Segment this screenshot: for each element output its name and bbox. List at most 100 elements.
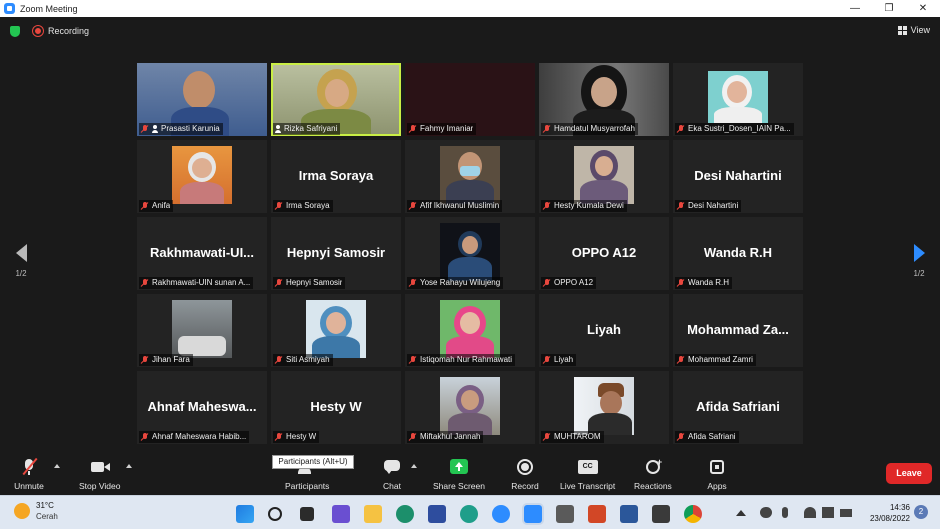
- participant-tile[interactable]: Desi Nahartini Desi Nahartini: [673, 140, 803, 213]
- participant-display-name: Wanda R.H: [703, 245, 773, 260]
- calculator-icon[interactable]: [556, 505, 574, 523]
- mic-muted-icon: [275, 279, 283, 287]
- participant-display-name: Desi Nahartini: [694, 168, 782, 183]
- participant-tile[interactable]: Eka Sustri_Dosen_IAIN Pa...: [673, 63, 803, 136]
- snipping-tool-icon[interactable]: [652, 505, 670, 523]
- app-icon-teal[interactable]: [460, 505, 478, 523]
- recording-label[interactable]: Recording: [48, 26, 89, 36]
- microsoft-store-icon[interactable]: [428, 505, 446, 523]
- participant-name-label: Siti Asmiyah: [273, 354, 333, 366]
- unmute-button[interactable]: Unmute: [14, 457, 44, 491]
- participant-tile[interactable]: Rakhmawati-UI... Rakhmawati-UIN sunan A.…: [137, 217, 267, 290]
- participant-tile[interactable]: Ahnaf Maheswa... Ahnaf Maheswara Habib..…: [137, 371, 267, 444]
- participant-name-label: Rizka Safriyani: [273, 123, 341, 135]
- wifi-icon[interactable]: [804, 507, 816, 518]
- task-view-icon[interactable]: [300, 507, 314, 521]
- participant-tile[interactable]: Jihan Fara: [137, 294, 267, 367]
- participant-video: [172, 300, 232, 358]
- participant-name-label: Rakhmawati-UIN sunan A...: [139, 277, 254, 289]
- mic-muted-icon: [275, 202, 283, 210]
- mic-muted-icon: [677, 202, 685, 210]
- participant-tile[interactable]: Afif Ikhwanul Muslimin: [405, 140, 535, 213]
- participant-tile[interactable]: Mohammad Za... Mohammad Zamri: [673, 294, 803, 367]
- share-screen-icon: [444, 458, 474, 476]
- participants-tooltip: Participants (Alt+U): [272, 455, 354, 469]
- participant-tile[interactable]: Miftakhul Jannah: [405, 371, 535, 444]
- participant-name-label: Jihan Fara: [139, 354, 193, 366]
- mic-muted-icon: [141, 433, 149, 441]
- participant-tile[interactable]: Hesty Kumala Dewi: [539, 140, 669, 213]
- participant-name-label: Mohammad Zamri: [675, 354, 756, 366]
- arrow-left-icon: [15, 244, 27, 262]
- mic-muted-icon: [543, 279, 551, 287]
- page-indicator-left: 1/2: [15, 269, 27, 278]
- participant-name-label: Hesty W: [273, 431, 320, 443]
- participant-tile[interactable]: Wanda R.H Wanda R.H: [673, 217, 803, 290]
- zoom-taskbar-icon[interactable]: [524, 505, 542, 523]
- participant-tile[interactable]: MUHTAROM: [539, 371, 669, 444]
- participant-display-name: Irma Soraya: [298, 168, 374, 183]
- record-button[interactable]: Record: [510, 458, 540, 491]
- zoom-app-icon: [4, 3, 15, 14]
- encryption-shield-icon[interactable]: [10, 26, 20, 37]
- reaction-smiley-icon: +: [638, 457, 668, 476]
- apps-button[interactable]: Apps: [702, 458, 732, 491]
- participant-name-label: Liyah: [541, 354, 577, 366]
- mic-muted-icon: [677, 125, 685, 133]
- chat-button[interactable]: Chat: [377, 458, 407, 491]
- powerpoint-icon[interactable]: [588, 505, 606, 523]
- next-page-button[interactable]: 1/2: [904, 244, 934, 278]
- participant-tile[interactable]: Irma Soraya Irma Soraya: [271, 140, 401, 213]
- video-options-caret-icon[interactable]: [126, 464, 132, 468]
- help-icon[interactable]: [492, 505, 510, 523]
- participant-tile-active-speaker[interactable]: Rizka Safriyani: [271, 63, 401, 136]
- participant-tile[interactable]: Anifa: [137, 140, 267, 213]
- file-explorer-icon[interactable]: [364, 505, 382, 523]
- notification-badge[interactable]: 2: [914, 505, 928, 519]
- participant-tile[interactable]: Istiqomah Nur Rahmawati: [405, 294, 535, 367]
- mic-muted-icon: [275, 356, 283, 364]
- participant-tile[interactable]: Afida Safriani Afida Safriani: [673, 371, 803, 444]
- onedrive-icon[interactable]: [760, 507, 772, 518]
- participant-tile[interactable]: Liyah Liyah: [539, 294, 669, 367]
- system-clock[interactable]: 14:36 23/08/2022: [862, 502, 910, 524]
- participant-tile[interactable]: Hesty W Hesty W: [271, 371, 401, 444]
- previous-page-button[interactable]: 1/2: [6, 244, 36, 278]
- volume-icon[interactable]: [822, 507, 834, 518]
- participant-tile[interactable]: Hamdatul Musyarrofah: [539, 63, 669, 136]
- show-hidden-icons-icon[interactable]: [736, 510, 746, 516]
- edge-browser-icon[interactable]: [396, 505, 414, 523]
- search-icon[interactable]: [268, 507, 282, 521]
- participant-tile[interactable]: Fahmy Imaniar: [405, 63, 535, 136]
- arrow-right-icon: [913, 244, 925, 262]
- page-indicator-right: 1/2: [913, 269, 925, 278]
- word-icon[interactable]: [620, 505, 638, 523]
- live-transcript-button[interactable]: CC Live Transcript: [560, 458, 615, 491]
- windows-start-icon[interactable]: [236, 505, 254, 523]
- participant-tile[interactable]: Siti Asmiyah: [271, 294, 401, 367]
- chat-bubble-icon: [377, 458, 407, 476]
- microphone-tray-icon[interactable]: [782, 507, 788, 518]
- chrome-icon[interactable]: [684, 505, 702, 523]
- minimize-button[interactable]: —: [838, 0, 872, 17]
- participant-tile[interactable]: OPPO A12 OPPO A12: [539, 217, 669, 290]
- participant-video: [440, 377, 500, 435]
- weather-widget[interactable]: 31°C Cerah: [14, 501, 58, 521]
- participant-tile[interactable]: Yose Rahayu Wilujeng: [405, 217, 535, 290]
- stop-video-button[interactable]: Stop Video: [79, 458, 120, 491]
- share-screen-button[interactable]: Share Screen: [433, 458, 485, 491]
- mic-muted-icon: [409, 125, 417, 133]
- participant-tile[interactable]: Hepnyi Samosir Hepnyi Samosir: [271, 217, 401, 290]
- view-button[interactable]: View: [897, 25, 930, 35]
- battery-icon[interactable]: [840, 509, 852, 517]
- participant-video: [708, 71, 768, 123]
- participant-tile[interactable]: Prasasti Karunia: [137, 63, 267, 136]
- leave-button[interactable]: Leave: [886, 463, 932, 484]
- teams-chat-icon[interactable]: [332, 505, 350, 523]
- chat-options-caret-icon[interactable]: [411, 464, 417, 468]
- participant-gallery: Prasasti Karunia Rizka Safriyani Fahmy I…: [137, 63, 803, 446]
- reactions-button[interactable]: + Reactions: [634, 457, 672, 491]
- close-button[interactable]: ✕: [906, 0, 940, 17]
- maximize-button[interactable]: ❐: [872, 0, 906, 17]
- audio-options-caret-icon[interactable]: [54, 464, 60, 468]
